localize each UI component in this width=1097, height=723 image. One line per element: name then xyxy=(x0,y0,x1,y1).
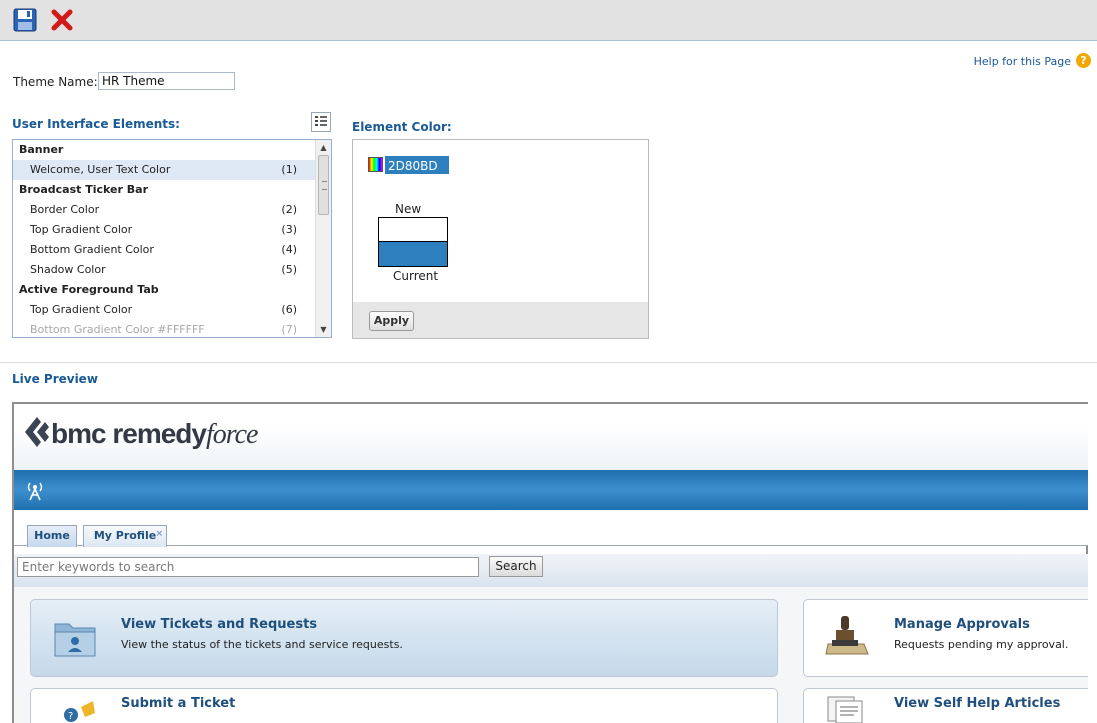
current-color-label: Current xyxy=(393,269,439,283)
save-icon[interactable] xyxy=(13,8,37,32)
list-item[interactable]: Welcome, User Text Color (1) xyxy=(13,160,315,180)
scroll-down-icon[interactable]: ▼ xyxy=(316,322,331,337)
theme-name-label: Theme Name: xyxy=(13,75,98,89)
list-item-label: Bottom Gradient Color xyxy=(30,243,154,256)
help-icon[interactable]: ? xyxy=(1076,53,1091,68)
card-manage-approvals[interactable]: Manage Approvals Requests pending my app… xyxy=(803,599,1088,677)
list-item-number: (7) xyxy=(281,323,297,336)
card-description: View the status of the tickets and servi… xyxy=(121,638,403,651)
card-description: Requests pending my approval. xyxy=(894,638,1069,651)
bmc-logo-icon xyxy=(25,417,49,447)
list-item[interactable]: Bottom Gradient Color #FFFFFF (7) xyxy=(13,320,315,337)
list-item-label: Border Color xyxy=(30,203,100,216)
list-item-number: (4) xyxy=(281,243,297,256)
search-bar: Enter keywords to search Search xyxy=(14,554,1088,587)
list-item[interactable]: Top Gradient Color (6) xyxy=(13,300,315,320)
svg-text:?: ? xyxy=(68,711,73,722)
live-preview-title: Live Preview xyxy=(12,372,98,386)
list-group-banner: Banner xyxy=(13,140,315,160)
card-view-tickets[interactable]: View Tickets and Requests View the statu… xyxy=(30,599,778,677)
logo-text: bmc remedy xyxy=(51,418,207,449)
apply-button[interactable]: Apply xyxy=(369,311,414,331)
card-submit-ticket[interactable]: ? Submit a Ticket xyxy=(30,688,778,723)
list-item-number: (3) xyxy=(281,223,297,236)
list-group-active-tab: Active Foreground Tab xyxy=(13,280,315,300)
hex-color-input[interactable]: 2D80BD xyxy=(385,156,449,174)
stamp-icon xyxy=(825,616,869,655)
folder-user-icon xyxy=(54,623,96,657)
live-preview-inner: bmc remedyforce Home My Profile × Enter … xyxy=(14,404,1088,723)
logo-force-text: force xyxy=(205,419,258,450)
color-palette-icon[interactable] xyxy=(368,157,383,172)
list-item-label: Welcome, User Text Color xyxy=(30,163,171,176)
articles-icon xyxy=(827,696,863,723)
list-item[interactable]: Shadow Color (5) xyxy=(13,260,315,280)
new-color-swatch xyxy=(378,217,448,242)
list-item-number: (1) xyxy=(281,163,297,176)
list-group-label: Broadcast Ticker Bar xyxy=(19,183,149,196)
tab-close-icon[interactable]: × xyxy=(155,524,163,544)
search-input[interactable]: Enter keywords to search xyxy=(17,557,479,577)
list-item-number: (6) xyxy=(281,303,297,316)
ui-elements-list[interactable]: Banner Welcome, User Text Color (1) Broa… xyxy=(12,139,332,338)
card-title: View Tickets and Requests xyxy=(121,617,318,632)
search-button[interactable]: Search xyxy=(489,556,543,577)
list-item-label: Bottom Gradient Color #FFFFFF xyxy=(30,323,205,336)
tab-label: My Profile xyxy=(93,529,157,542)
help-link[interactable]: Help for this Page xyxy=(974,55,1071,68)
broadcast-icon[interactable] xyxy=(24,480,46,502)
list-item-label: Top Gradient Color xyxy=(30,303,133,316)
list-group-broadcast: Broadcast Ticker Bar xyxy=(13,180,315,200)
list-group-label: Active Foreground Tab xyxy=(19,283,159,296)
list-scrollbar[interactable]: ▲ ▼ xyxy=(315,140,331,337)
list-item-number: (5) xyxy=(281,263,297,276)
list-item[interactable]: Bottom Gradient Color (4) xyxy=(13,240,315,260)
broadcast-ticker-bar xyxy=(14,470,1088,510)
scroll-up-icon[interactable]: ▲ xyxy=(316,140,331,155)
close-icon[interactable] xyxy=(50,8,74,32)
card-self-help[interactable]: View Self Help Articles xyxy=(803,688,1088,723)
list-item-number: (2) xyxy=(281,203,297,216)
section-divider xyxy=(0,362,1097,363)
color-panel-footer: Apply xyxy=(353,302,648,338)
card-title: Manage Approvals xyxy=(894,617,1030,632)
logo-area: bmc remedyforce xyxy=(14,404,1088,470)
content-area: View Tickets and Requests View the statu… xyxy=(14,587,1088,723)
tab-bar: Home My Profile × xyxy=(14,510,1088,547)
card-title: Submit a Ticket xyxy=(121,696,236,711)
card-title: View Self Help Articles xyxy=(894,696,1061,711)
theme-name-input[interactable] xyxy=(98,72,235,90)
submit-ticket-icon: ? xyxy=(64,701,95,722)
list-item-label: Shadow Color xyxy=(30,263,106,276)
live-preview-frame: bmc remedyforce Home My Profile × Enter … xyxy=(12,402,1088,723)
toolbar xyxy=(0,0,1097,41)
tab-my-profile[interactable]: My Profile × xyxy=(83,525,167,547)
element-color-title: Element Color: xyxy=(352,120,452,134)
list-item[interactable]: Top Gradient Color (3) xyxy=(13,220,315,240)
current-color-swatch xyxy=(378,241,448,267)
new-color-label: New xyxy=(395,202,422,216)
list-item-label: Top Gradient Color xyxy=(30,223,133,236)
bmc-logo: bmc remedyforce xyxy=(51,418,258,451)
tab-home[interactable]: Home xyxy=(27,525,77,547)
legend-icon[interactable] xyxy=(311,112,331,132)
ui-elements-title: User Interface Elements: xyxy=(12,117,180,131)
list-group-label: Banner xyxy=(19,143,64,156)
list-item[interactable]: Border Color (2) xyxy=(13,200,315,220)
scroll-thumb[interactable] xyxy=(318,155,329,215)
element-color-panel: 2D80BD New Current Apply xyxy=(352,139,649,339)
